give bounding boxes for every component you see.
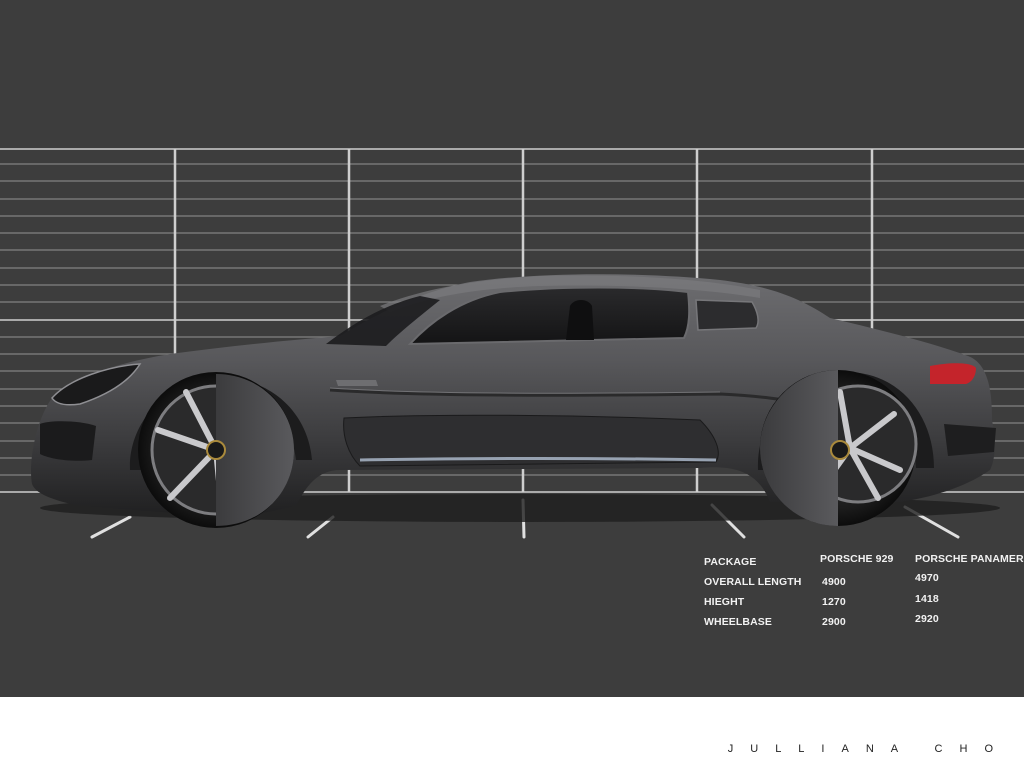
spec-row-label: HIEGHT: [704, 596, 745, 608]
footer-band: [0, 697, 1024, 768]
spec-header-col1: PORSCHE 929: [820, 553, 894, 565]
front-wheel: [138, 372, 294, 528]
render-stage: PACKAGE PORSCHE 929 PORSCHE PANAMERA OVE…: [0, 0, 1024, 697]
spec-header-label: PACKAGE: [704, 556, 757, 568]
spec-row-col2: 2920: [915, 613, 939, 625]
taillight: [930, 363, 976, 384]
spec-header-col2: PORSCHE PANAMERA: [915, 553, 1024, 565]
spec-row-col1: 1270: [822, 596, 846, 608]
car-illustration: [30, 274, 1000, 528]
spec-row-col1: 4900: [822, 576, 846, 588]
rear-wheel: [760, 370, 918, 526]
spec-row-label: WHEELBASE: [704, 616, 772, 628]
spec-row-label: OVERALL LENGTH: [704, 576, 802, 588]
designer-signature: JULLIANA CHO: [727, 743, 1010, 755]
spec-row-col2: 4970: [915, 572, 939, 584]
spec-row-col2: 1418: [915, 593, 939, 605]
spec-row-col1: 2900: [822, 616, 846, 628]
